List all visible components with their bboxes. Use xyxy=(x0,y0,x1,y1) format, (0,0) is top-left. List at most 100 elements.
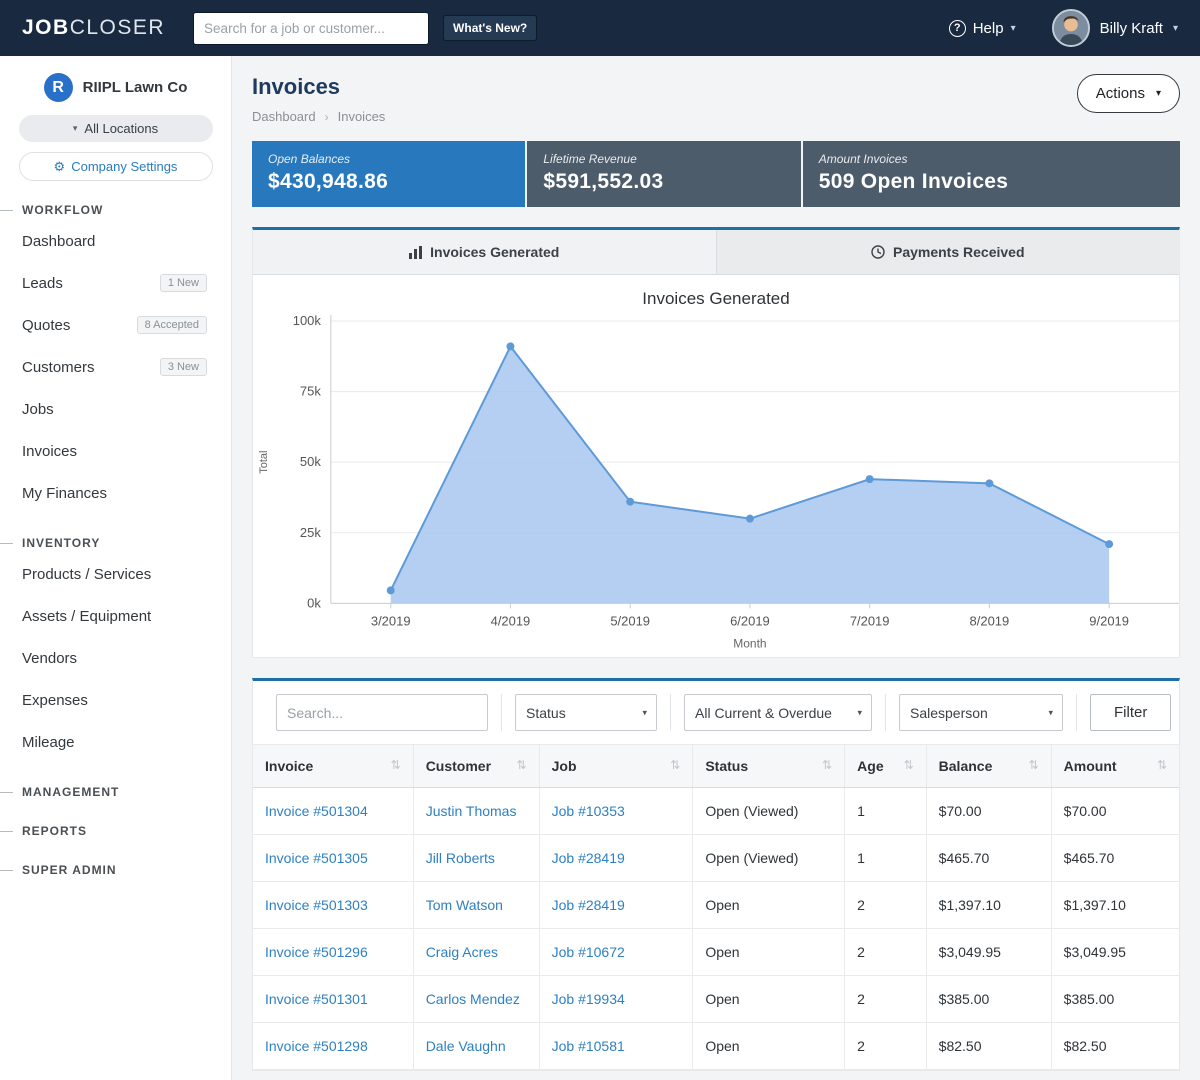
logo-light: CLOSER xyxy=(70,16,165,39)
sidebar-item-customers[interactable]: Customers3 New xyxy=(0,346,231,388)
status-filter-select[interactable]: Status xyxy=(515,694,657,731)
section-label: SUPER ADMIN xyxy=(22,863,117,877)
sidebar-nav: WORKFLOW Dashboard Leads1 New Quotes8 Ac… xyxy=(0,200,231,880)
tab-invoices-generated[interactable]: Invoices Generated xyxy=(253,230,716,274)
dash-icon xyxy=(0,831,13,832)
tab-payments-received[interactable]: Payments Received xyxy=(716,230,1180,274)
invoice-link[interactable]: Invoice #501304 xyxy=(265,803,368,819)
sidebar-item-vendors[interactable]: Vendors xyxy=(0,637,231,679)
chevron-down-icon: ▾ xyxy=(1156,88,1161,99)
breadcrumb-invoices: Invoices xyxy=(338,109,386,124)
dash-icon xyxy=(0,870,13,871)
actions-button[interactable]: Actions ▾ xyxy=(1077,74,1180,113)
current-overdue-filter-select[interactable]: All Current & Overdue xyxy=(684,694,872,731)
age-cell: 2 xyxy=(845,1023,926,1070)
job-link[interactable]: Job #10581 xyxy=(552,1038,625,1054)
section-management[interactable]: MANAGEMENT xyxy=(0,782,231,802)
item-label: Dashboard xyxy=(22,233,95,250)
sidebar-item-quotes[interactable]: Quotes8 Accepted xyxy=(0,304,231,346)
age-cell: 2 xyxy=(845,882,926,929)
col-header-age[interactable]: ⇅Age xyxy=(845,745,926,788)
invoice-link[interactable]: Invoice #501298 xyxy=(265,1038,368,1054)
col-label: Status xyxy=(705,758,748,774)
customer-link[interactable]: Carlos Mendez xyxy=(426,991,520,1007)
user-menu[interactable]: Billy Kraft ▾ xyxy=(1052,9,1178,47)
sort-icon[interactable]: ⇅ xyxy=(391,758,401,772)
col-header-job[interactable]: ⇅Job xyxy=(539,745,693,788)
item-label: Leads xyxy=(22,275,63,292)
svg-text:100k: 100k xyxy=(293,313,322,328)
sort-icon[interactable]: ⇅ xyxy=(904,758,914,772)
breadcrumb-dashboard[interactable]: Dashboard xyxy=(252,109,316,124)
filter-button[interactable]: Filter xyxy=(1090,694,1171,731)
sidebar-item-mileage[interactable]: Mileage xyxy=(0,721,231,763)
stat-open-invoices: Amount Invoices 509 Open Invoices xyxy=(803,141,1180,207)
global-search-input[interactable] xyxy=(193,12,429,45)
sort-icon[interactable]: ⇅ xyxy=(670,758,680,772)
amount-cell: $82.50 xyxy=(1051,1023,1179,1070)
sidebar-item-my-finances[interactable]: My Finances xyxy=(0,472,231,514)
balance-cell: $70.00 xyxy=(926,788,1051,835)
job-link[interactable]: Job #10672 xyxy=(552,944,625,960)
customer-link[interactable]: Craig Acres xyxy=(426,944,498,960)
company-name: RIIPL Lawn Co xyxy=(83,79,188,96)
section-super-admin[interactable]: SUPER ADMIN xyxy=(0,860,231,880)
invoice-link[interactable]: Invoice #501303 xyxy=(265,897,368,913)
job-link[interactable]: Job #28419 xyxy=(552,897,625,913)
sort-icon[interactable]: ⇅ xyxy=(1029,758,1039,772)
sidebar-item-products-services[interactable]: Products / Services xyxy=(0,553,231,595)
svg-text:Total: Total xyxy=(258,451,270,474)
table-row: Invoice #501296 Craig Acres Job #10672 O… xyxy=(253,929,1179,976)
job-link[interactable]: Job #28419 xyxy=(552,850,625,866)
locations-dropdown[interactable]: ▾ All Locations xyxy=(19,115,213,142)
status-cell: Open (Viewed) xyxy=(693,788,845,835)
salesperson-filter-select[interactable]: Salesperson xyxy=(899,694,1063,731)
sort-icon[interactable]: ⇅ xyxy=(517,758,527,772)
col-header-customer[interactable]: ⇅ Customer xyxy=(413,745,539,788)
col-header-status[interactable]: ⇅ Status xyxy=(693,745,845,788)
sidebar-item-jobs[interactable]: Jobs xyxy=(0,388,231,430)
customer-link[interactable]: Dale Vaughn xyxy=(426,1038,506,1054)
whats-new-button[interactable]: What's New? xyxy=(443,15,537,41)
clock-icon xyxy=(871,245,885,259)
section-workflow: WORKFLOW xyxy=(0,200,231,220)
customer-link[interactable]: Justin Thomas xyxy=(426,803,517,819)
invoice-link[interactable]: Invoice #501296 xyxy=(265,944,368,960)
sort-icon[interactable]: ⇅ xyxy=(1157,758,1167,772)
col-label: Customer xyxy=(426,758,491,774)
item-label: Expenses xyxy=(22,692,88,709)
help-menu[interactable]: ? Help ▾ xyxy=(949,20,1016,37)
col-header-balance[interactable]: ⇅Balance xyxy=(926,745,1051,788)
svg-text:50k: 50k xyxy=(300,454,321,469)
job-link[interactable]: Job #19934 xyxy=(552,991,625,1007)
col-header-invoice[interactable]: ⇅Invoice xyxy=(253,745,413,788)
sidebar-item-dashboard[interactable]: Dashboard xyxy=(0,220,231,262)
table-header-row: ⇅Invoice ⇅ Customer ⇅Job ⇅ Status ⇅Age ⇅Ba… xyxy=(253,745,1179,788)
age-cell: 1 xyxy=(845,835,926,882)
stat-value: $430,948.86 xyxy=(268,170,509,194)
col-header-amount[interactable]: ⇅Amount xyxy=(1051,745,1179,788)
section-reports[interactable]: REPORTS xyxy=(0,821,231,841)
company-settings-button[interactable]: ⚙ Company Settings xyxy=(19,152,213,181)
section-label: WORKFLOW xyxy=(22,203,103,217)
invoice-link[interactable]: Invoice #501301 xyxy=(265,991,368,1007)
sidebar-item-assets-equipment[interactable]: Assets / Equipment xyxy=(0,595,231,637)
sort-icon[interactable]: ⇅ xyxy=(822,758,832,772)
svg-text:0k: 0k xyxy=(307,595,321,610)
sidebar-item-expenses[interactable]: Expenses xyxy=(0,679,231,721)
customer-link[interactable]: Tom Watson xyxy=(426,897,503,913)
svg-text:3/2019: 3/2019 xyxy=(371,613,411,628)
help-label: Help xyxy=(973,20,1004,37)
status-cell: Open xyxy=(693,1023,845,1070)
page-title: Invoices xyxy=(252,74,385,100)
sidebar-item-invoices[interactable]: Invoices xyxy=(0,430,231,472)
stat-open-balances: Open Balances $430,948.86 xyxy=(252,141,525,207)
sidebar-item-leads[interactable]: Leads1 New xyxy=(0,262,231,304)
amount-cell: $70.00 xyxy=(1051,788,1179,835)
app-logo[interactable]: JOBCLOSER xyxy=(22,16,165,40)
item-label: Assets / Equipment xyxy=(22,608,151,625)
table-search-input[interactable] xyxy=(276,694,488,731)
invoice-link[interactable]: Invoice #501305 xyxy=(265,850,368,866)
customer-link[interactable]: Jill Roberts xyxy=(426,850,495,866)
job-link[interactable]: Job #10353 xyxy=(552,803,625,819)
